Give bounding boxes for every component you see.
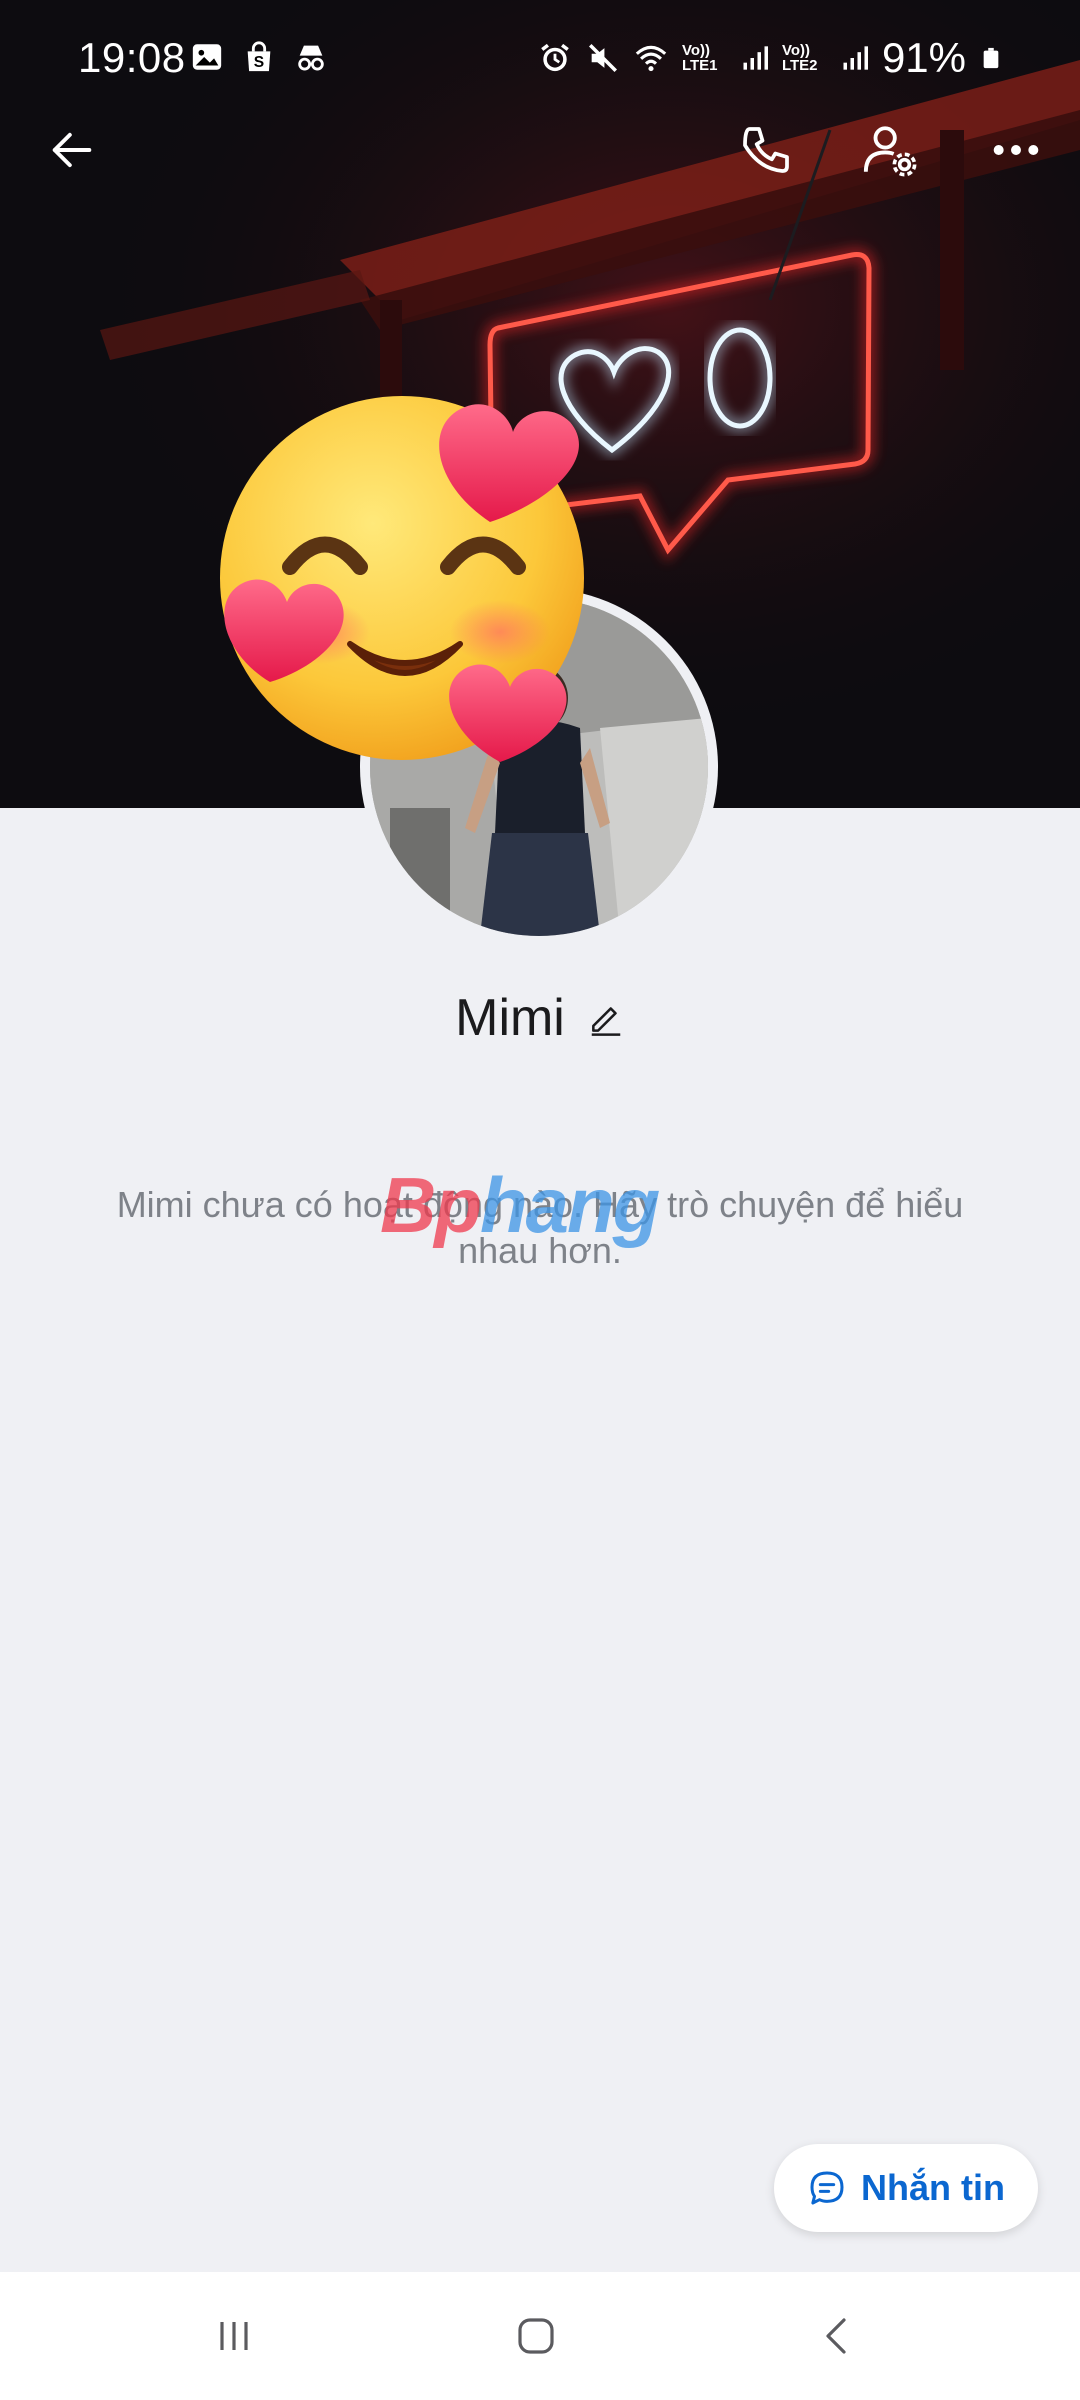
sim2-label: Vo)) LTE2: [781, 42, 818, 74]
recent-apps-icon: [220, 2322, 248, 2350]
edit-pencil-icon[interactable]: [587, 999, 625, 1037]
status-time: 19:08: [78, 34, 186, 81]
back-arrow-icon: [52, 132, 92, 168]
battery-percentage: 91%: [881, 34, 966, 81]
profile-name-row: Mimi: [0, 988, 1080, 1048]
watermark-logo: Bphang: [380, 1161, 660, 1249]
svg-text:S: S: [254, 54, 264, 71]
send-message-button[interactable]: Nhắn tin: [774, 2144, 1038, 2232]
gallery-icon: [192, 44, 222, 70]
shopping-bag-icon: S: [247, 41, 271, 72]
profile-top-bar: [0, 110, 1080, 190]
more-icon: [993, 145, 1039, 155]
status-bar: 19:08 S Vo)) LTE1 Vo)) LTE2 91%: [0, 0, 1080, 120]
user-settings-icon: [863, 126, 917, 177]
send-message-label: Nhắn tin: [861, 2167, 1005, 2208]
back-button[interactable]: [40, 118, 104, 182]
chat-bubble-icon: [810, 2171, 844, 2205]
nav-back-button[interactable]: [806, 2304, 870, 2368]
call-button[interactable]: [734, 118, 798, 182]
back-icon: [826, 2318, 846, 2354]
recent-apps-button[interactable]: [202, 2304, 266, 2368]
signal-icon: [843, 46, 868, 70]
signal-icon: [743, 46, 768, 70]
smiling-face-with-hearts-sticker: [220, 396, 584, 762]
more-options-button[interactable]: [984, 118, 1048, 182]
incognito-icon: [298, 45, 324, 71]
phone-icon: [743, 127, 789, 173]
alarm-icon: [541, 43, 569, 72]
system-navigation-bar: [0, 2272, 1080, 2400]
home-icon: [518, 2318, 554, 2354]
home-button[interactable]: [504, 2304, 568, 2368]
profile-name: Mimi: [455, 989, 565, 1047]
sim1-label: Vo)) LTE1: [681, 42, 718, 74]
mute-icon: [588, 43, 617, 73]
wifi-icon: [635, 45, 667, 72]
profile-settings-button[interactable]: [858, 118, 922, 182]
battery-icon: [983, 47, 999, 69]
